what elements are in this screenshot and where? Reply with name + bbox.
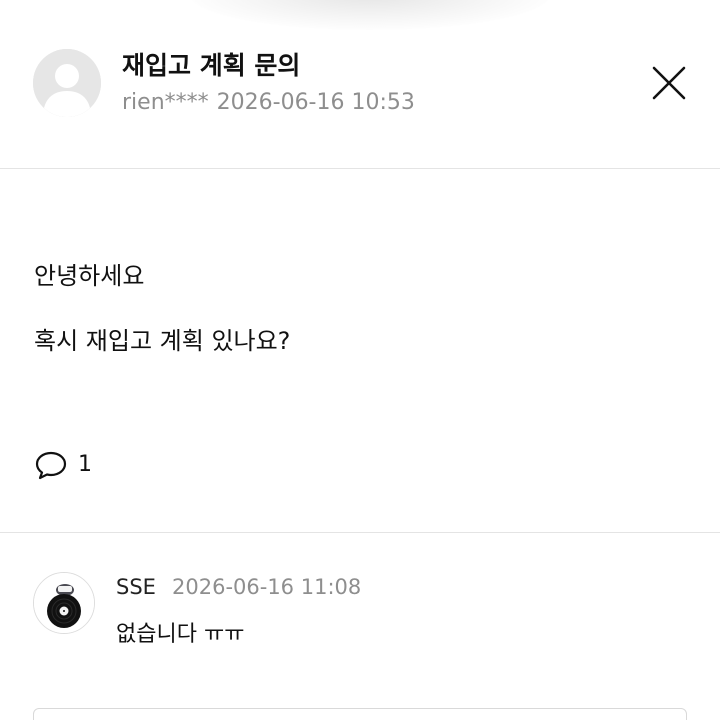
comment-input-box[interactable] xyxy=(33,708,687,720)
post-content-line: 혹시 재입고 계획 있나요? xyxy=(34,327,291,355)
post-title: 재입고 계획 문의 xyxy=(122,51,301,80)
close-button[interactable] xyxy=(648,62,690,104)
post-meta: rien**** 2026-06-16 10:53 xyxy=(122,89,415,117)
comment-date: 2026-06-16 11:08 xyxy=(172,575,362,599)
default-user-avatar-icon xyxy=(33,49,101,117)
comment-text: 없습니다 ㅠㅠ xyxy=(116,622,245,647)
post-date: 2026-06-16 10:53 xyxy=(216,90,415,115)
comment-count: 1 xyxy=(78,452,92,477)
post-detail-page: 재입고 계획 문의 rien**** 2026-06-16 10:53 안녕하세요… xyxy=(0,0,720,720)
post-content-line: 안녕하세요 xyxy=(34,262,145,290)
speech-bubble-icon xyxy=(35,451,67,480)
comment-author: SSE xyxy=(116,575,156,599)
post-header: 재입고 계획 문의 rien**** 2026-06-16 10:53 xyxy=(0,0,720,169)
comment-count-button[interactable]: 1 xyxy=(34,448,92,482)
post-body: 안녕하세요 혹시 재입고 계획 있나요? 1 xyxy=(0,169,720,533)
post-author: rien**** xyxy=(122,90,209,115)
commenter-avatar xyxy=(33,572,95,634)
vinyl-record-avatar xyxy=(34,573,94,633)
comment-item: SSE 2026-06-16 11:08 없습니다 ㅠㅠ xyxy=(0,533,720,720)
author-avatar xyxy=(33,49,101,117)
close-icon xyxy=(652,66,686,100)
